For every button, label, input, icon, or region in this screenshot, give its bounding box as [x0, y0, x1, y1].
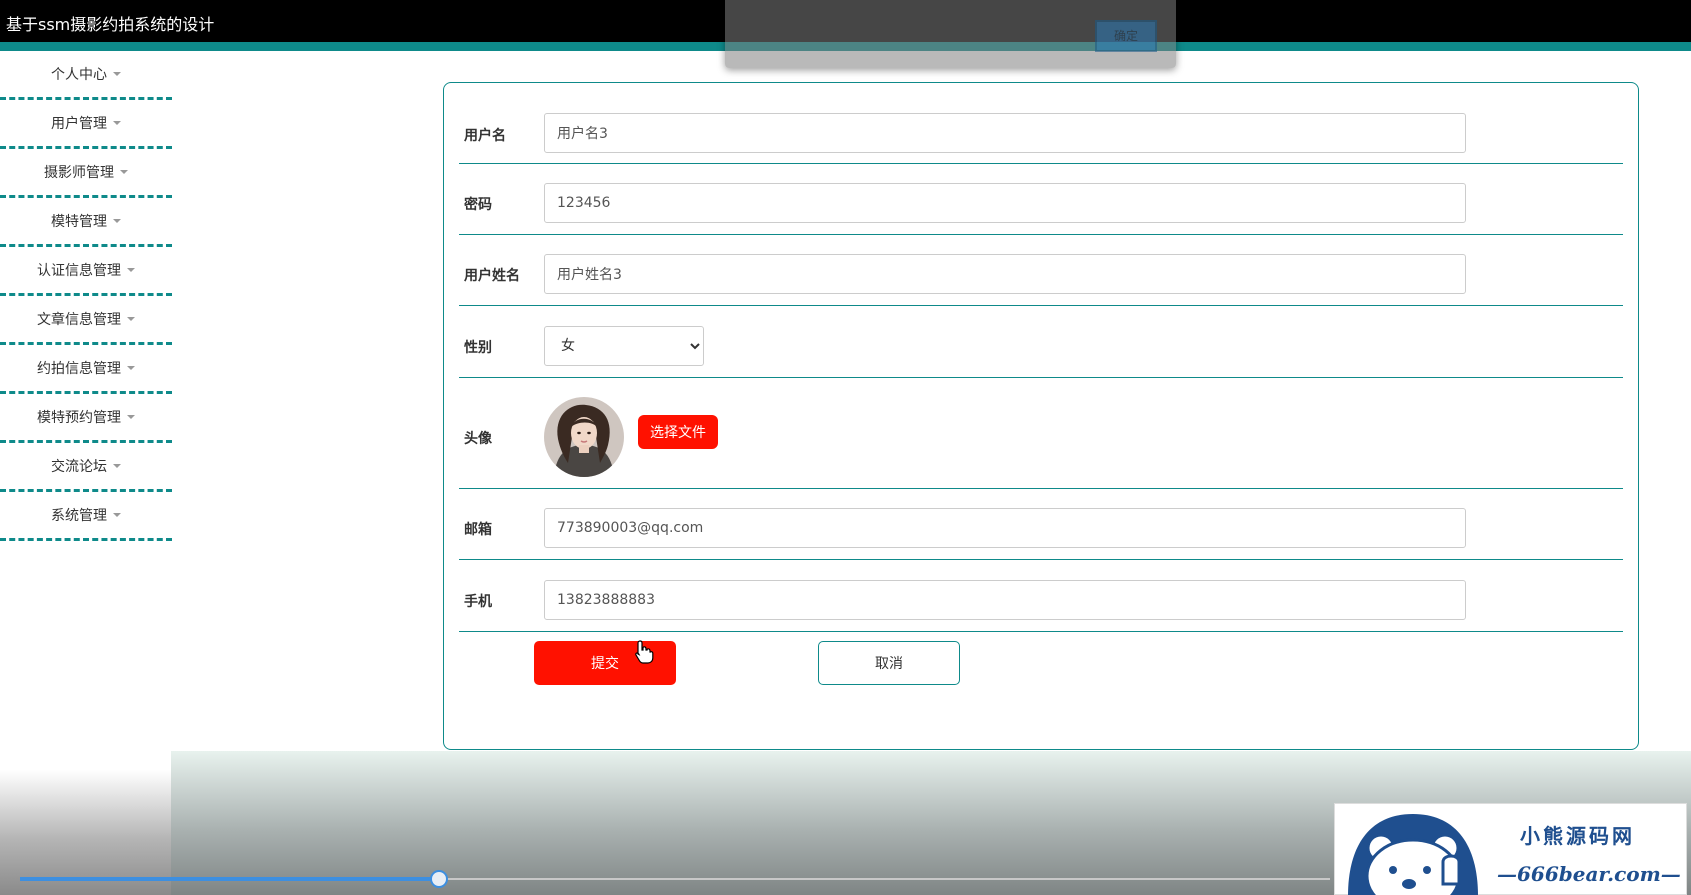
user-edit-form: 用户名 密码 用户姓名 性别 女 头像 [443, 82, 1639, 750]
sidebar-item-label: 模特管理 [51, 214, 107, 230]
alert-dialog: 确定 [725, 0, 1176, 68]
app-title: 基于ssm摄影约拍系统的设计 [6, 15, 215, 34]
sidebar-item-label: 系统管理 [51, 508, 107, 524]
caret-down-icon [113, 219, 121, 223]
password-input[interactable] [544, 183, 1466, 223]
sidebar-item-forum[interactable]: 交流论坛 [0, 443, 172, 492]
form-row-avatar: 头像 选择文件 [459, 378, 1623, 489]
watermark-logo: 小熊源码网 —666bear.com— [1334, 803, 1687, 895]
video-progress-fill [20, 877, 439, 881]
caret-down-icon [127, 268, 135, 272]
submit-button[interactable]: 提交 [534, 641, 676, 685]
gender-select[interactable]: 女 [544, 326, 704, 366]
password-label: 密码 [464, 197, 492, 213]
gender-label: 性别 [464, 340, 492, 356]
sidebar-item-shoot-management[interactable]: 约拍信息管理 [0, 345, 172, 394]
email-input[interactable] [544, 508, 1466, 548]
email-label: 邮箱 [464, 522, 492, 538]
sidebar-item-system-management[interactable]: 系统管理 [0, 492, 172, 541]
sidebar-item-label: 个人中心 [51, 67, 107, 83]
form-row-password: 密码 [459, 164, 1623, 235]
sidebar-item-photographer-management[interactable]: 摄影师管理 [0, 149, 172, 198]
sidebar-item-user-management[interactable]: 用户管理 [0, 100, 172, 149]
alert-ok-button[interactable]: 确定 [1095, 20, 1157, 52]
caret-down-icon [113, 121, 121, 125]
sidebar-item-label: 文章信息管理 [37, 312, 121, 328]
avatar-portrait-icon [544, 397, 624, 477]
cancel-button[interactable]: 取消 [818, 641, 960, 685]
choose-file-button[interactable]: 选择文件 [638, 415, 718, 449]
caret-down-icon [120, 170, 128, 174]
username-label: 用户名 [464, 128, 506, 144]
form-row-gender: 性别 女 [459, 306, 1623, 378]
form-row-realname: 用户姓名 [459, 235, 1623, 306]
caret-down-icon [113, 464, 121, 468]
sidebar-item-model-management[interactable]: 模特管理 [0, 198, 172, 247]
sidebar-item-label: 认证信息管理 [37, 263, 121, 279]
sidebar-item-label: 约拍信息管理 [37, 361, 121, 377]
username-input[interactable] [544, 113, 1466, 153]
form-row-email: 邮箱 [459, 489, 1623, 560]
sidebar: 个人中心 用户管理 摄影师管理 模特管理 认证信息管理 文章信息管理 约拍信息管… [0, 51, 172, 541]
realname-label: 用户姓名 [464, 268, 520, 284]
caret-down-icon [113, 513, 121, 517]
hand-pointer-icon [635, 640, 654, 664]
avatar-label: 头像 [464, 431, 492, 447]
sidebar-item-label: 用户管理 [51, 116, 107, 132]
watermark-brand: 小熊源码网 [1520, 824, 1635, 848]
sidebar-item-label: 交流论坛 [51, 459, 107, 475]
phone-input[interactable] [544, 580, 1466, 620]
avatar-image [544, 397, 624, 477]
phone-label: 手机 [464, 594, 492, 610]
sidebar-item-model-booking-management[interactable]: 模特预约管理 [0, 394, 172, 443]
bear-mascot-icon [1348, 814, 1478, 895]
caret-down-icon [113, 72, 121, 76]
sidebar-item-personal-center[interactable]: 个人中心 [0, 51, 172, 100]
realname-input[interactable] [544, 254, 1466, 294]
sidebar-item-certification-management[interactable]: 认证信息管理 [0, 247, 172, 296]
caret-down-icon [127, 366, 135, 370]
caret-down-icon [127, 415, 135, 419]
sidebar-item-label: 摄影师管理 [44, 165, 114, 181]
watermark-domain: —666bear.com— [1497, 862, 1681, 886]
sidebar-item-label: 模特预约管理 [37, 410, 121, 426]
sidebar-item-article-management[interactable]: 文章信息管理 [0, 296, 172, 345]
video-progress-handle[interactable] [430, 870, 448, 888]
form-row-phone: 手机 [459, 560, 1623, 632]
form-row-username: 用户名 [459, 83, 1623, 164]
caret-down-icon [127, 317, 135, 321]
